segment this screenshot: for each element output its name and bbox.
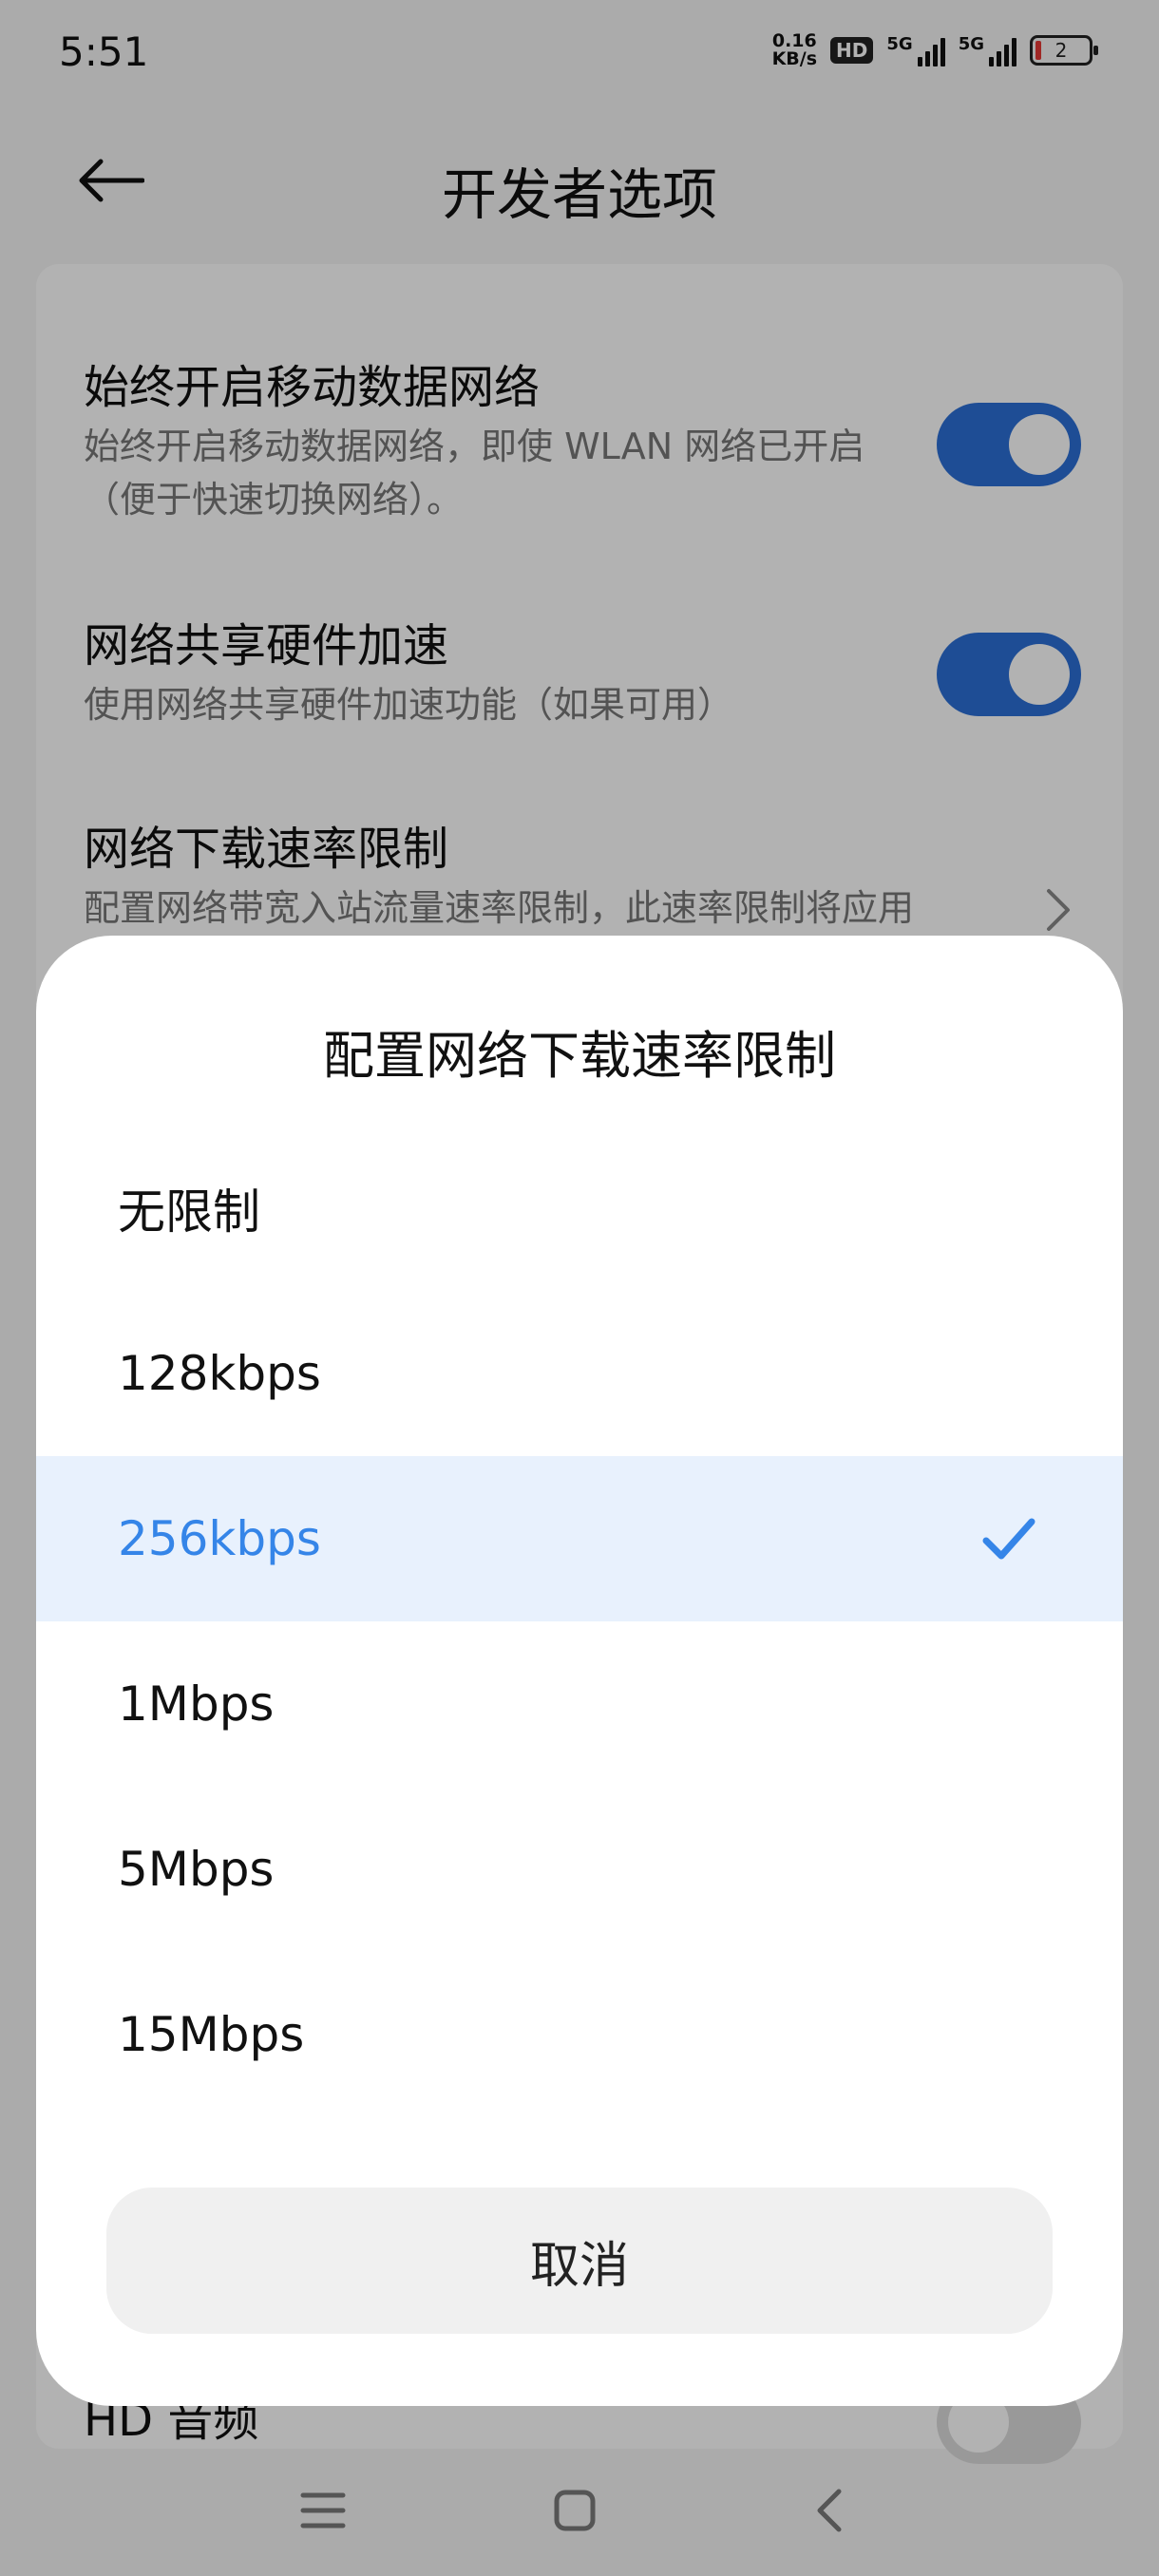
check-icon	[982, 1518, 1036, 1560]
menu-button[interactable]	[290, 2477, 356, 2544]
back-icon	[817, 2489, 842, 2532]
rate-limit-dialog: 配置网络下载速率限制 无限制 128kbps 256kbps 1Mbps 5Mb…	[36, 936, 1123, 2406]
option-label: 128kbps	[118, 1346, 321, 1401]
back-nav-button[interactable]	[796, 2477, 863, 2544]
dialog-title: 配置网络下载速率限制	[323, 1026, 836, 1086]
menu-icon	[300, 2492, 346, 2529]
option-unlimited[interactable]: 无限制	[36, 1126, 1123, 1291]
cancel-button[interactable]: 取消	[106, 2188, 1053, 2334]
option-label: 5Mbps	[118, 1842, 275, 1897]
option-15mbps[interactable]: 15Mbps	[36, 1952, 1123, 2117]
option-256kbps[interactable]: 256kbps	[36, 1456, 1123, 1621]
home-icon	[554, 2490, 596, 2531]
option-label: 15Mbps	[118, 2007, 305, 2062]
option-5mbps[interactable]: 5Mbps	[36, 1787, 1123, 1952]
navigation-bar	[0, 2441, 1159, 2576]
option-128kbps[interactable]: 128kbps	[36, 1291, 1123, 1456]
option-label: 256kbps	[118, 1511, 321, 1566]
home-button[interactable]	[542, 2477, 608, 2544]
option-label: 无限制	[118, 1184, 260, 1240]
option-label: 1Mbps	[118, 1676, 275, 1732]
option-1mbps[interactable]: 1Mbps	[36, 1621, 1123, 1787]
